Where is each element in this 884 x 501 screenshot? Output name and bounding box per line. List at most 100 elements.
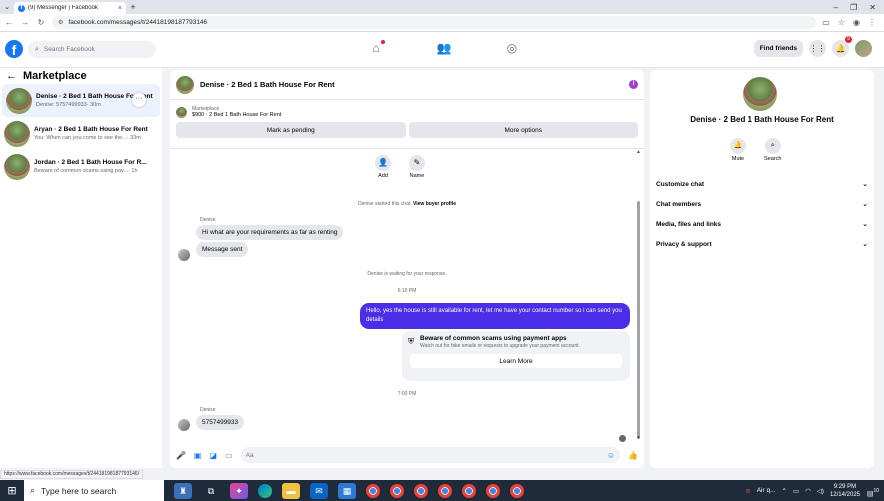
menu-chat-members[interactable]: Chat members ⌄ (656, 194, 868, 214)
home-icon[interactable]: ⌂ (368, 40, 385, 56)
friends-icon[interactable]: 👥 (436, 40, 452, 56)
message-input-box[interactable]: ☺ (240, 447, 621, 463)
url-omnibox[interactable]: ⚙ facebook.com/messages/t/24418198187793… (52, 16, 817, 29)
facebook-logo-icon[interactable]: f (5, 40, 23, 58)
browser-tab[interactable]: f (9) Messenger | Facebook × (14, 2, 126, 14)
search-input[interactable] (43, 46, 144, 53)
search-icon: ⌕ (764, 138, 781, 154)
sticker-icon[interactable]: ◪ (210, 451, 218, 460)
scroll-down-icon[interactable]: ▼ (636, 435, 641, 441)
conversation-item[interactable]: Aryan · 2 Bed 1 Bath House For Rent You:… (0, 117, 162, 150)
bookmark-star-icon[interactable]: ☆ (838, 18, 845, 27)
thumbs-up-icon[interactable]: 👍 (628, 451, 638, 460)
listing-thumbnail (176, 106, 187, 118)
chat-avatar[interactable] (176, 75, 194, 94)
restore-icon[interactable]: ❐ (850, 3, 857, 12)
widgets-icon[interactable]: ♜ (174, 482, 192, 499)
task-view-icon[interactable]: ⧉ (202, 483, 220, 499)
volume-icon[interactable]: ◁) (817, 487, 824, 495)
system-tray: ≋ Air q... ⌃ ▭ ◠ ◁) 9:29 PM 12/14/2025 ▤… (745, 483, 884, 499)
menu-label: Customize chat (656, 180, 705, 188)
conversation-item[interactable]: Jordan · 2 Bed 1 Bath House For R... Bew… (0, 150, 162, 183)
message-thread[interactable]: ▲ ▼ 👤 Add ✎ Name Denise started this cha… (170, 148, 644, 442)
reload-icon[interactable]: ↻ (36, 18, 46, 27)
forward-icon[interactable]: → (20, 18, 30, 27)
view-buyer-profile-link[interactable]: View buyer profile (413, 201, 456, 207)
incoming-message[interactable]: Hi what are your requirements as far as … (196, 225, 344, 240)
chrome-icon[interactable] (414, 483, 428, 498)
chrome-icon[interactable] (486, 483, 500, 498)
copilot-icon[interactable]: ✦ (230, 482, 248, 499)
details-avatar[interactable] (743, 77, 777, 111)
chrome-icon[interactable] (438, 483, 452, 498)
chrome-icon[interactable] (462, 483, 476, 498)
back-arrow-icon[interactable]: ← (6, 70, 17, 82)
scrollbar[interactable] (637, 153, 640, 443)
outlook-icon[interactable]: ✉ (310, 482, 328, 499)
edge-icon[interactable] (258, 483, 272, 498)
photo-icon[interactable]: ▣ (194, 451, 202, 460)
chrome-icon[interactable] (510, 483, 524, 498)
profile-avatar[interactable] (855, 40, 872, 57)
incoming-message[interactable]: Message sent (196, 242, 249, 257)
conversation-info-icon[interactable]: i (629, 80, 638, 89)
chevron-down-icon: ⌄ (862, 181, 868, 188)
chevron-up-icon[interactable]: ⌃ (782, 487, 787, 495)
wifi-icon[interactable]: ◠ (805, 487, 811, 495)
notifications-bell-icon[interactable]: 🔔 9 (832, 36, 852, 57)
notification-center-icon[interactable]: ▤10 (866, 484, 880, 498)
header-right: Find friends ⋮⋮ 🔔 9 (753, 36, 872, 57)
air-quality-icon[interactable]: ≋ (745, 487, 750, 495)
browser-menu-icon[interactable]: ⋮ (868, 18, 876, 27)
microphone-icon[interactable]: 🎤 (176, 451, 186, 460)
add-action[interactable]: 👤 Add (375, 155, 391, 179)
new-tab-icon[interactable]: + (126, 2, 140, 12)
more-options-button[interactable]: More options (408, 122, 638, 138)
listing-row[interactable]: Marketplace $900 · 2 Bed 1 Bath House Fo… (170, 100, 644, 120)
scrollbar-thumb[interactable] (637, 201, 640, 439)
name-action[interactable]: ✎ Name (409, 155, 425, 179)
search-action[interactable]: ⌕ Search (764, 138, 781, 162)
outgoing-message[interactable]: Hello, yes the house is still available … (360, 303, 630, 329)
gif-icon[interactable]: ▭ (225, 451, 233, 460)
menu-media-files-links[interactable]: Media, files and links ⌄ (656, 214, 868, 234)
store-icon[interactable]: ▦ (338, 482, 356, 499)
chrome-icon[interactable] (390, 483, 404, 498)
back-icon[interactable]: ← (4, 18, 14, 27)
file-explorer-icon[interactable]: ▬ (282, 482, 300, 499)
weather-text[interactable]: Air q... (757, 487, 776, 494)
scroll-up-icon[interactable]: ▲ (636, 149, 641, 155)
groups-icon[interactable]: ◎ (504, 40, 520, 56)
mark-as-pending-button[interactable]: Mark as pending (176, 122, 406, 138)
find-friends-button[interactable]: Find friends (753, 40, 803, 57)
sender-avatar[interactable] (178, 419, 190, 431)
menu-customize-chat[interactable]: Customize chat ⌄ (656, 174, 868, 194)
close-tab-icon[interactable]: × (118, 5, 122, 12)
site-info-icon[interactable]: ⚙ (58, 19, 63, 26)
close-window-icon[interactable]: ✕ (869, 3, 876, 12)
incoming-message[interactable]: 5757499933 (196, 415, 245, 430)
tab-search-icon[interactable]: ⌄ (0, 3, 14, 11)
learn-more-button[interactable]: Learn More (410, 354, 622, 368)
message-input[interactable] (245, 451, 607, 459)
chrome-icon[interactable] (366, 483, 380, 498)
notification-count: 10 (873, 487, 880, 494)
taskbar-clock[interactable]: 9:29 PM 12/14/2025 (830, 483, 860, 499)
taskbar-search[interactable]: ⌕ Type here to search (24, 480, 164, 501)
windows-start-icon[interactable]: ⊞ (0, 484, 24, 497)
chat-title[interactable]: Denise · 2 Bed 1 Bath House For Rent (200, 80, 623, 89)
sender-avatar[interactable] (178, 249, 190, 261)
facebook-search[interactable]: ⌕ (28, 41, 156, 58)
chevron-down-icon: ⌄ (862, 201, 868, 208)
emoji-icon[interactable]: ☺ (607, 451, 615, 460)
conversation-item[interactable]: Denise · 2 Bed 1 Bath House For Rent Den… (2, 84, 160, 117)
menu-privacy-support[interactable]: Privacy & support ⌄ (656, 234, 868, 254)
network-icon[interactable]: ▭ (793, 487, 799, 495)
profile-icon[interactable]: ◉ (853, 18, 860, 27)
minimize-icon[interactable]: – (834, 3, 838, 12)
cast-icon[interactable]: ▭ (822, 18, 830, 27)
more-options-icon[interactable]: ··· (132, 93, 146, 107)
mute-action[interactable]: 🔔 Mute (730, 138, 746, 162)
menu-grid-icon[interactable]: ⋮⋮ (809, 40, 826, 57)
browser-tab-bar: ⌄ f (9) Messenger | Facebook × + – ❐ ✕ (0, 0, 884, 14)
